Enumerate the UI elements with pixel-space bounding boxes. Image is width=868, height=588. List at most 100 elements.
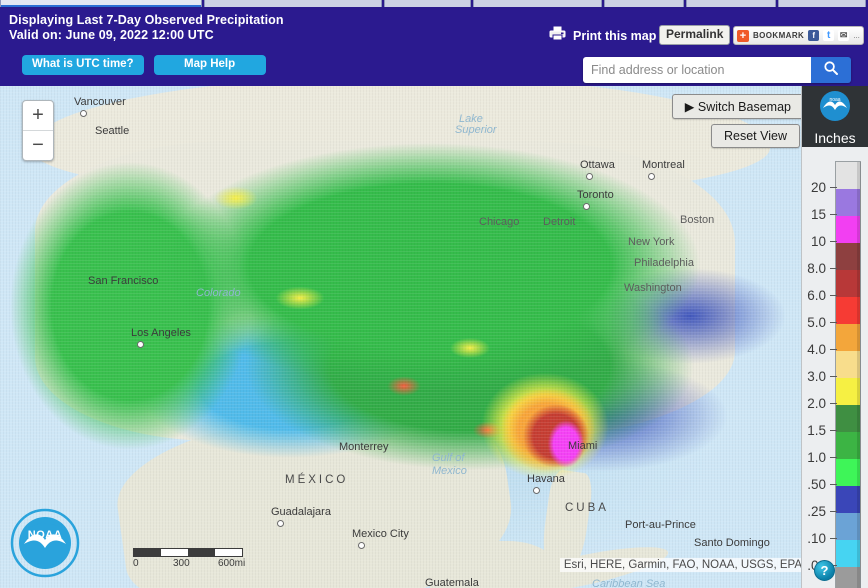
site-tab-6[interactable] <box>778 0 867 7</box>
search-input[interactable] <box>583 57 811 83</box>
page-title: Displaying Last 7-Day Observed Precipita… <box>9 13 284 27</box>
triangle-right-icon: ▶ <box>684 100 695 114</box>
city-marker-dot <box>358 542 365 549</box>
map-label: Philadelphia <box>634 257 694 269</box>
email-icon[interactable]: ✉ <box>838 30 850 41</box>
facebook-icon[interactable]: f <box>808 30 820 41</box>
legend-tick-dash <box>830 322 837 323</box>
legend-tick: .25 <box>807 504 837 519</box>
what-is-utc-time-button[interactable]: What is UTC time? <box>22 55 144 75</box>
site-tab-4[interactable] <box>604 0 685 7</box>
legend-swatch-7 <box>836 351 861 378</box>
legend-swatch-5 <box>836 297 861 324</box>
twitter-icon[interactable]: t <box>823 30 835 41</box>
switch-basemap-button[interactable]: ▶ Switch Basemap <box>671 94 804 119</box>
print-this-map-button[interactable]: Print this map <box>549 25 656 46</box>
legend-tick-value: 20 <box>810 180 826 195</box>
city-marker-dot <box>586 173 593 180</box>
legend-tick-value: 5.0 <box>807 315 826 330</box>
site-tab-2[interactable] <box>383 0 472 7</box>
map-label: Caribbean Sea <box>592 578 666 588</box>
scale-label-mid: 300 <box>173 558 190 569</box>
legend-tick-value: 1.0 <box>807 450 826 465</box>
legend-swatch-6 <box>836 324 861 351</box>
legend-tick: 5.0 <box>807 315 837 330</box>
site-tab-1[interactable] <box>204 0 382 7</box>
map-label: Montreal <box>642 159 685 171</box>
legend-tick-dash <box>830 457 837 458</box>
site-tab-5[interactable] <box>686 0 777 7</box>
scale-bar: 0 300 600mi <box>133 548 246 570</box>
noaa-logo-icon: noaa <box>817 88 853 129</box>
legend-title: Inches <box>814 130 856 146</box>
legend-tick-dash <box>830 484 837 485</box>
printer-icon <box>549 25 567 46</box>
bookmark-widget[interactable]: + BOOKMARK f t ✉ ... <box>733 26 864 45</box>
zoom-control: + − <box>22 100 54 161</box>
legend-help-button[interactable]: ? <box>814 560 835 581</box>
svg-text:NOAA: NOAA <box>28 529 62 541</box>
map-label: Port-au-Prince <box>625 519 696 531</box>
legend-tick-dash <box>830 538 837 539</box>
legend-tick-value: 1.5 <box>807 423 826 438</box>
site-tab-0[interactable] <box>0 0 202 7</box>
city-marker-dot <box>583 203 590 210</box>
map-label: Santo Domingo <box>694 537 770 549</box>
map-label: New York <box>628 236 675 248</box>
svg-text:noaa: noaa <box>829 97 840 103</box>
legend-color-bar <box>835 161 861 588</box>
legend-swatch-11 <box>836 459 861 486</box>
legend-tick-dash <box>830 511 837 512</box>
more-share-options-icon[interactable]: ... <box>853 31 860 40</box>
map-label: San Francisco <box>88 275 159 287</box>
legend-tick-value: 8.0 <box>807 261 826 276</box>
legend-tick: 2.0 <box>807 396 837 411</box>
legend-swatch-2 <box>836 216 861 243</box>
map-label: Vancouver <box>74 96 126 108</box>
map-label: Washington <box>624 282 682 294</box>
search-bar <box>583 57 851 83</box>
scale-label-end: 600mi <box>218 558 246 569</box>
map-label: Colorado <box>196 287 241 299</box>
legend-tick-dash <box>830 241 837 242</box>
legend-header: noaa Inches <box>802 86 868 147</box>
legend-tick-value: 2.0 <box>807 396 826 411</box>
map-label: Ottawa <box>580 159 615 171</box>
weather-map-application: Displaying Last 7-Day Observed Precipita… <box>0 0 868 588</box>
legend-tick-dash <box>830 187 837 188</box>
map-canvas[interactable]: Vancouver Seattle San Francisco Los Angeles… <box>0 86 868 588</box>
legend-tick-value: .50 <box>807 477 826 492</box>
legend-tick: 6.0 <box>807 288 837 303</box>
legend-swatch-3 <box>836 243 861 270</box>
legend-swatch-4 <box>836 270 861 297</box>
zoom-in-button[interactable]: + <box>23 101 53 130</box>
legend-tick-dash <box>830 403 837 404</box>
permalink-button[interactable]: Permalink <box>659 25 731 45</box>
legend-tick-value: 3.0 <box>807 369 826 384</box>
legend-tick: .10 <box>807 531 837 546</box>
legend-body: 2015108.06.05.04.03.02.01.51.0.50.25.10.… <box>802 147 868 588</box>
legend-tick-dash <box>830 268 837 269</box>
legend-tick: 1.5 <box>807 423 837 438</box>
switch-basemap-label: Switch Basemap <box>697 100 791 114</box>
search-button[interactable] <box>811 57 851 83</box>
legend-tick-dash <box>830 349 837 350</box>
scale-bar-labels: 0 300 600mi <box>133 558 246 570</box>
search-icon <box>823 60 839 81</box>
reset-view-button[interactable]: Reset View <box>711 124 800 148</box>
legend-tick-value: .25 <box>807 504 826 519</box>
city-marker-dot <box>533 487 540 494</box>
legend-swatch-0 <box>836 162 861 189</box>
legend-swatch-15 <box>836 567 861 588</box>
page-header: Displaying Last 7-Day Observed Precipita… <box>0 9 868 86</box>
legend-tick: 20 <box>811 180 837 195</box>
map-label: Los Angeles <box>131 327 191 339</box>
site-tab-3[interactable] <box>473 0 603 7</box>
legend-swatch-8 <box>836 378 861 405</box>
legend-tick-dash <box>830 430 837 431</box>
zoom-out-button[interactable]: − <box>23 131 53 160</box>
city-marker-dot <box>80 110 87 117</box>
map-label: Toronto <box>577 189 614 201</box>
map-label: Guadalajara <box>271 506 331 518</box>
map-help-button[interactable]: Map Help <box>153 55 266 75</box>
